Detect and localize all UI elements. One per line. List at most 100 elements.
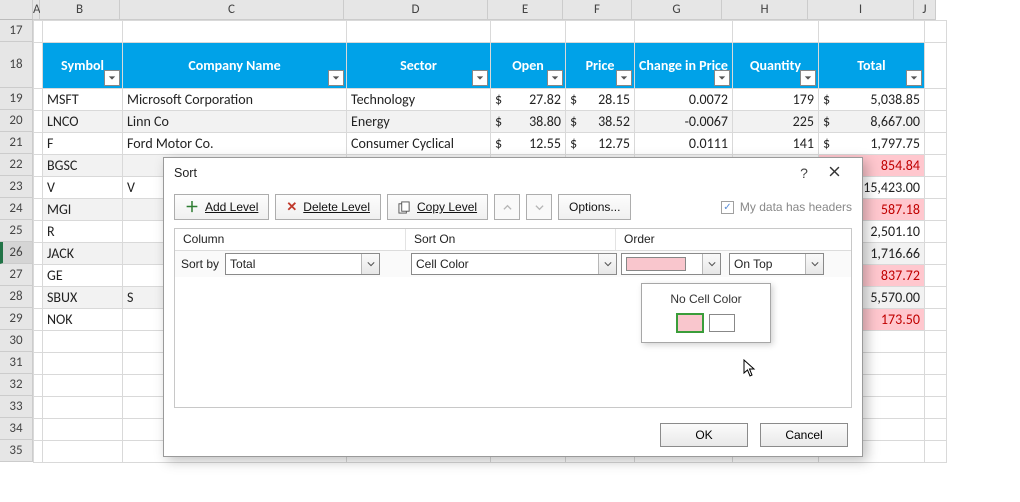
swatch-nocolor-option[interactable] [709, 314, 735, 332]
cell[interactable]: Energy [347, 111, 491, 133]
close-button[interactable] [816, 158, 852, 188]
add-level-button[interactable]: ＋ Add Level [174, 194, 269, 220]
filter-dropdown-icon[interactable] [547, 70, 563, 86]
col-head-A[interactable]: A [33, 0, 40, 20]
row-head-33[interactable]: 33 [0, 396, 33, 418]
cell[interactable]: $38.80 [491, 111, 566, 133]
hdr-symbol[interactable]: Symbol [43, 43, 123, 89]
row-head-23[interactable]: 23 [0, 176, 33, 198]
cell[interactable]: LNCO [43, 111, 123, 133]
row-head-32[interactable]: 32 [0, 374, 33, 396]
cell[interactable]: MSFT [43, 89, 123, 111]
cell[interactable]: Consumer Cyclical [347, 133, 491, 155]
sort-on-combo[interactable]: Cell Color [411, 253, 617, 275]
hdr-change[interactable]: Change in Price [635, 43, 733, 89]
row-head-24[interactable]: 24 [0, 198, 33, 220]
row-head-35[interactable]: 35 [0, 440, 33, 462]
sort-column-combo[interactable]: Total [225, 253, 380, 275]
color-picker-popup: No Cell Color [641, 283, 771, 343]
row-head-17[interactable]: 17 [0, 20, 33, 42]
filter-dropdown-icon[interactable] [472, 70, 488, 86]
cell[interactable]: Microsoft Corporation [123, 89, 347, 111]
copy-level-button[interactable]: Copy Level [387, 194, 488, 220]
help-button[interactable]: ? [792, 158, 816, 188]
filter-dropdown-icon[interactable] [104, 70, 120, 86]
col-head-I[interactable]: I [808, 0, 914, 20]
move-down-button[interactable] [526, 194, 552, 220]
row-head-29[interactable]: 29 [0, 308, 33, 330]
cell[interactable]: 179 [732, 89, 818, 111]
cell[interactable]: 0.0072 [635, 89, 733, 111]
order-position-combo[interactable]: On Top [729, 253, 824, 275]
col-head-C[interactable]: C [120, 0, 344, 20]
select-all-corner[interactable] [0, 0, 33, 20]
row-head-18[interactable]: 18 [0, 42, 33, 88]
filter-dropdown-icon[interactable] [906, 70, 922, 86]
cell[interactable]: NOK [43, 309, 123, 331]
filter-dropdown-icon[interactable] [616, 70, 632, 86]
cell[interactable]: Technology [347, 89, 491, 111]
cell[interactable]: $12.75 [566, 133, 635, 155]
row-head-20[interactable]: 20 [0, 110, 33, 132]
col-head-F[interactable]: F [563, 0, 632, 20]
cell[interactable]: GE [43, 265, 123, 287]
cell[interactable]: Linn Co [123, 111, 347, 133]
cell[interactable]: $12.55 [491, 133, 566, 155]
cell[interactable]: V [43, 177, 123, 199]
filter-dropdown-icon[interactable] [800, 70, 816, 86]
cell[interactable]: $8,667.00 [818, 111, 924, 133]
cell[interactable]: $1,797.75 [818, 133, 924, 155]
cell[interactable]: BGSC [43, 155, 123, 177]
dialog-titlebar[interactable]: Sort ? [164, 158, 862, 188]
col-head-D[interactable]: D [344, 0, 488, 20]
filter-dropdown-icon[interactable] [328, 70, 344, 86]
cell[interactable]: MGI [43, 199, 123, 221]
cell[interactable]: JACK [43, 243, 123, 265]
cell[interactable]: $28.15 [566, 89, 635, 111]
row-head-25[interactable]: 25 [0, 220, 33, 242]
col-head-E[interactable]: E [488, 0, 563, 20]
row-head-19[interactable]: 19 [0, 88, 33, 110]
move-up-button[interactable] [494, 194, 520, 220]
cancel-button[interactable]: Cancel [760, 423, 848, 447]
popup-swatches [652, 314, 760, 332]
cell[interactable]: 0.0111 [635, 133, 733, 155]
col-head-B[interactable]: B [40, 0, 120, 20]
hdr-open[interactable]: Open [491, 43, 566, 89]
delete-level-button[interactable]: ✕ Delete Level [275, 194, 381, 220]
col-head-H[interactable]: H [722, 0, 808, 20]
hdr-total[interactable]: Total [818, 43, 924, 89]
popup-title[interactable]: No Cell Color [652, 292, 760, 306]
row-head-26[interactable]: 26 [0, 242, 33, 264]
cell[interactable]: 141 [732, 133, 818, 155]
add-level-label: Add Level [205, 200, 258, 214]
row-head-21[interactable]: 21 [0, 132, 33, 154]
cell[interactable]: SBUX [43, 287, 123, 309]
row-head-22[interactable]: 22 [0, 154, 33, 176]
col-head-J[interactable]: J [914, 0, 936, 20]
swatch-pink-option[interactable] [677, 314, 703, 332]
hdr-price[interactable]: Price [566, 43, 635, 89]
filter-dropdown-icon[interactable] [714, 70, 730, 86]
ok-button[interactable]: OK [660, 423, 748, 447]
cell[interactable]: $38.52 [566, 111, 635, 133]
row-head-34[interactable]: 34 [0, 418, 33, 440]
row-head-30[interactable]: 30 [0, 330, 33, 352]
cell[interactable]: -0.0067 [635, 111, 733, 133]
row-head-27[interactable]: 27 [0, 264, 33, 286]
hdr-qty[interactable]: Quantity [732, 43, 818, 89]
cell[interactable]: F [43, 133, 123, 155]
hdr-company[interactable]: Company Name [123, 43, 347, 89]
hdr-sector[interactable]: Sector [347, 43, 491, 89]
cell[interactable]: Ford Motor Co. [123, 133, 347, 155]
cell[interactable]: 225 [732, 111, 818, 133]
row-head-28[interactable]: 28 [0, 286, 33, 308]
order-color-combo[interactable] [621, 253, 721, 275]
row-head-31[interactable]: 31 [0, 352, 33, 374]
options-button[interactable]: Options... [558, 194, 631, 220]
headers-checkbox[interactable]: ✓ My data has headers [721, 200, 852, 214]
cell[interactable]: $27.82 [491, 89, 566, 111]
cell[interactable]: $5,038.85 [818, 89, 924, 111]
col-head-G[interactable]: G [632, 0, 722, 20]
cell[interactable]: R [43, 221, 123, 243]
